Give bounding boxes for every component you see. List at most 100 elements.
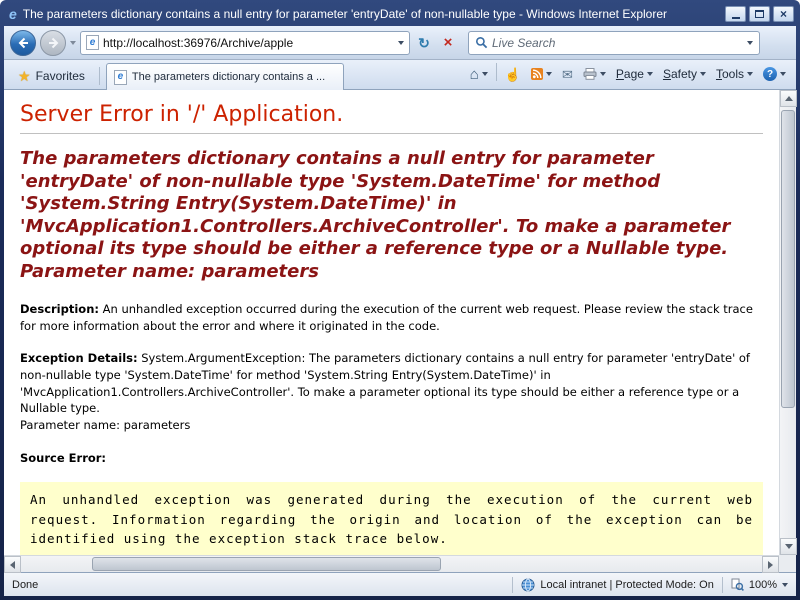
search-box [468,31,760,55]
stop-button[interactable]: × [438,32,458,54]
favorites-star-icon: ★ [18,69,31,83]
status-text: Done [12,579,38,591]
refresh-icon: ↻ [418,36,430,50]
mail-icon: ✉ [562,68,573,81]
favorites-button[interactable]: ★ Favorites [10,65,93,89]
help-menu[interactable]: ? [759,65,790,83]
zoom-level: 100% [749,579,777,591]
home-dropdown[interactable] [482,72,488,76]
horizontal-scroll-thumb[interactable] [92,557,441,571]
vertical-scroll-thumb[interactable] [781,110,795,408]
hand-icon: ☝ [505,68,521,81]
exception-details-label: Exception Details: [20,351,138,365]
source-error-box: An unhandled exception was generated dur… [20,482,763,555]
title-divider [20,133,763,134]
address-dropdown[interactable] [398,41,404,45]
separator [99,67,100,85]
web-slices-button[interactable]: ☝ [501,66,525,83]
print-button[interactable] [579,66,610,82]
maximize-button[interactable] [749,6,770,22]
zone-text: Local intranet | Protected Mode: On [540,579,713,591]
scroll-right-button[interactable] [762,556,779,573]
exception-details-parameter: Parameter name: parameters [20,418,190,432]
tools-menu[interactable]: Tools [712,65,757,83]
help-icon: ? [763,67,777,81]
browser-window: e The parameters dictionary contains a n… [0,0,800,600]
forward-button[interactable] [40,30,66,56]
left-arrow-icon [10,561,15,569]
tools-menu-label: Tools [716,67,744,81]
rss-feed-icon [531,68,543,80]
tab-page-icon-e: e [118,72,124,82]
page-menu-label: Page [616,67,644,81]
window-title: The parameters dictionary contains a nul… [23,7,713,21]
feeds-button[interactable] [527,66,556,82]
scroll-down-button[interactable] [780,538,797,555]
zoom-dropdown[interactable] [782,583,788,587]
feeds-dropdown[interactable] [546,72,552,76]
title-bar: e The parameters dictionary contains a n… [4,0,796,26]
security-zone[interactable]: Local intranet | Protected Mode: On [521,578,713,592]
scroll-up-button[interactable] [780,90,797,107]
scroll-left-button[interactable] [4,556,21,573]
navigation-bar: e ↻ × [4,26,796,60]
description-label: Description: [20,302,99,316]
page-menu-dropdown [647,72,653,76]
separator [722,577,723,593]
safety-menu[interactable]: Safety [659,65,710,83]
separator [496,63,497,81]
globe-icon [521,578,535,592]
page-icon: e [86,35,99,50]
command-bar: ★ Favorites e The parameters dictionary … [4,60,796,90]
error-summary: The parameters dictionary contains a nul… [20,148,763,283]
source-error-label: Source Error: [20,450,763,467]
address-input[interactable] [103,36,394,50]
tab-page-icon: e [114,70,127,85]
zoom-icon [731,578,744,591]
back-button[interactable] [10,30,36,56]
tab-current-page[interactable]: e The parameters dictionary contains a .… [106,63,344,90]
close-icon: × [780,8,787,20]
right-arrow-icon [768,561,773,569]
search-dropdown[interactable] [747,41,753,45]
recent-pages-dropdown[interactable] [70,41,76,45]
horizontal-scrollbar[interactable] [4,555,779,572]
page-icon-e: e [90,38,96,48]
status-bar: Done Local intranet | Protected Mode: On… [4,572,796,596]
error-summary-text: The parameters dictionary contains a nul… [20,148,730,259]
forward-arrow-icon [47,37,60,49]
page-menu[interactable]: Page [612,65,657,83]
back-arrow-icon [17,37,30,49]
error-summary-parameter: Parameter name: parameters [20,261,319,282]
up-arrow-icon [785,96,793,101]
home-icon: ⌂ [470,67,479,82]
minimize-icon [732,17,740,19]
address-bar: e [80,31,410,55]
window-controls: × [725,6,794,22]
favorites-label: Favorites [36,69,85,83]
refresh-button[interactable]: ↻ [414,32,434,54]
home-button[interactable]: ⌂ [466,65,492,84]
search-icon [475,36,488,49]
description-section: Description: An unhandled exception occu… [20,301,763,334]
search-input[interactable] [492,36,743,50]
description-text: An unhandled exception occurred during t… [20,302,753,333]
tab-title: The parameters dictionary contains a ... [132,71,325,83]
close-button[interactable]: × [773,6,794,22]
stop-icon: × [444,35,453,50]
zoom-control[interactable]: 100% [731,578,788,591]
viewport: Server Error in '/' Application. The par… [4,90,796,572]
help-dropdown [780,72,786,76]
ie-icon: e [6,6,17,22]
aspnet-error-page: Server Error in '/' Application. The par… [4,90,779,555]
minimize-button[interactable] [725,6,746,22]
tools-menu-dropdown [747,72,753,76]
read-mail-button[interactable]: ✉ [558,66,577,83]
print-dropdown[interactable] [600,72,606,76]
maximize-icon [755,10,764,18]
scrollbar-corner [779,555,796,572]
command-buttons: ⌂ ☝ ✉ Page Safety [466,63,790,89]
vertical-scrollbar[interactable] [779,90,796,555]
separator [512,577,513,593]
printer-icon [583,68,597,80]
